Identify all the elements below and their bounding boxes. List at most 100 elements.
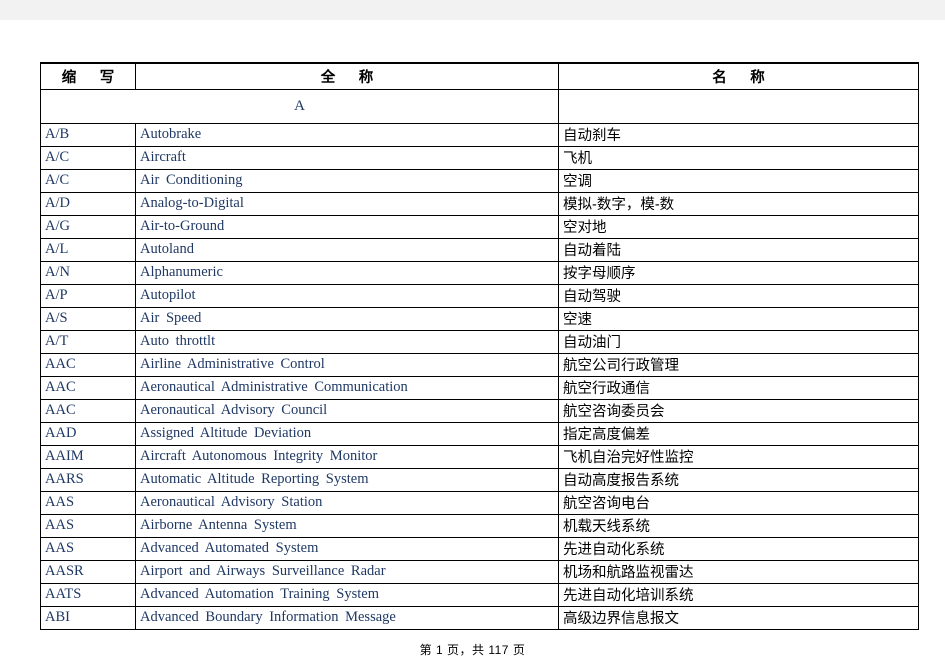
cell-abbreviation: ABI xyxy=(40,605,136,630)
table-body: A A/B Autobrake 自动刹车 A/C Aircraft 飞机 A/C Air Co… xyxy=(40,88,919,630)
table-row: A/N Alphanumeric 按字母顺序 xyxy=(40,260,919,285)
cell-abbreviation: A/S xyxy=(40,306,136,331)
cell-abbreviation: AAS xyxy=(40,536,136,561)
cell-abbreviation: A/C xyxy=(40,145,136,170)
table-row: A/G Air-to-Ground 空对地 xyxy=(40,214,919,239)
cell-full-name: Alphanumeric xyxy=(135,260,559,285)
cell-chinese-name: 空速 xyxy=(558,306,919,331)
cell-full-name: Air Conditioning xyxy=(135,168,559,193)
table-row: AAC Airline Administrative Control 航空公司行政管… xyxy=(40,352,919,377)
table-row: A/D Analog-to-Digital 模拟-数字，模-数 xyxy=(40,191,919,216)
section-letter-blank-cell xyxy=(558,88,919,124)
table-row: A/L Autoland 自动着陆 xyxy=(40,237,919,262)
cell-chinese-name: 按字母顺序 xyxy=(558,260,919,285)
cell-full-name: Automatic Altitude Reporting System xyxy=(135,467,559,492)
table-row: A/B Autobrake 自动刹车 xyxy=(40,122,919,147)
cell-full-name: Analog-to-Digital xyxy=(135,191,559,216)
table-row: AAS Airborne Antenna System 机载天线系统 xyxy=(40,513,919,538)
cell-chinese-name: 自动高度报告系统 xyxy=(558,467,919,492)
paper-surface: 缩 写 全 称 名 称 A A/B Autobrake 自动刹车 A/C Aircraf… xyxy=(0,20,945,669)
cell-abbreviation: A/C xyxy=(40,168,136,193)
cell-abbreviation: AASR xyxy=(40,559,136,584)
cell-abbreviation: A/T xyxy=(40,329,136,354)
table-row: A/T Auto throttlt 自动油门 xyxy=(40,329,919,354)
cell-full-name: Aeronautical Administrative Communicatio… xyxy=(135,375,559,400)
cell-full-name: Advanced Boundary Information Message xyxy=(135,605,559,630)
table-header-row: 缩 写 全 称 名 称 xyxy=(40,62,919,90)
cell-full-name: Aeronautical Advisory Council xyxy=(135,398,559,423)
cell-abbreviation: A/B xyxy=(40,122,136,147)
top-gray-strip xyxy=(0,0,945,20)
cell-abbreviation: A/P xyxy=(40,283,136,308)
cell-full-name: Air-to-Ground xyxy=(135,214,559,239)
cell-abbreviation: A/L xyxy=(40,237,136,262)
cell-abbreviation: A/N xyxy=(40,260,136,285)
cell-full-name: Autopilot xyxy=(135,283,559,308)
cell-full-name: Air Speed xyxy=(135,306,559,331)
cell-chinese-name: 机载天线系统 xyxy=(558,513,919,538)
table-row: AAC Aeronautical Advisory Council 航空咨询委员会 xyxy=(40,398,919,423)
cell-chinese-name: 指定高度偏差 xyxy=(558,421,919,446)
table-header: 缩 写 全 称 名 称 xyxy=(40,62,919,90)
table-row: AASR Airport and Airways Surveillance Rad… xyxy=(40,559,919,584)
cell-chinese-name: 自动着陆 xyxy=(558,237,919,262)
cell-full-name: Advanced Automated System xyxy=(135,536,559,561)
cell-abbreviation: A/D xyxy=(40,191,136,216)
cell-chinese-name: 飞机自治完好性监控 xyxy=(558,444,919,469)
column-header-abbreviation: 缩 写 xyxy=(40,62,136,90)
table-row: AAS Aeronautical Advisory Station 航空咨询电台 xyxy=(40,490,919,515)
column-header-full-name: 全 称 xyxy=(135,62,559,90)
cell-full-name: Airport and Airways Surveillance Radar xyxy=(135,559,559,584)
cell-chinese-name: 航空行政通信 xyxy=(558,375,919,400)
cell-abbreviation: A/G xyxy=(40,214,136,239)
cell-full-name: Airline Administrative Control xyxy=(135,352,559,377)
cell-chinese-name: 模拟-数字，模-数 xyxy=(558,191,919,216)
page-footer: 第 1 页，共 117 页 xyxy=(419,643,526,657)
cell-chinese-name: 自动刹车 xyxy=(558,122,919,147)
table-row: A/S Air Speed 空速 xyxy=(40,306,919,331)
cell-full-name: Assigned Altitude Deviation xyxy=(135,421,559,446)
cell-abbreviation: AAS xyxy=(40,513,136,538)
cell-abbreviation: AAC xyxy=(40,398,136,423)
cell-chinese-name: 先进自动化系统 xyxy=(558,536,919,561)
table-row: AAD Assigned Altitude Deviation 指定高度偏差 xyxy=(40,421,919,446)
cell-full-name: Aeronautical Advisory Station xyxy=(135,490,559,515)
glossary-table: 缩 写 全 称 名 称 A A/B Autobrake 自动刹车 A/C Aircraf… xyxy=(40,62,919,630)
cell-chinese-name: 先进自动化培训系统 xyxy=(558,582,919,607)
section-letter-row: A xyxy=(40,88,919,124)
table-row: AARS Automatic Altitude Reporting System 自… xyxy=(40,467,919,492)
cell-full-name: Autobrake xyxy=(135,122,559,147)
cell-abbreviation: AAC xyxy=(40,375,136,400)
cell-chinese-name: 空对地 xyxy=(558,214,919,239)
document-page: 缩 写 全 称 名 称 A A/B Autobrake 自动刹车 A/C Aircraf… xyxy=(0,0,945,669)
cell-abbreviation: AATS xyxy=(40,582,136,607)
table-row: A/C Aircraft 飞机 xyxy=(40,145,919,170)
table-row: AAIM Aircraft Autonomous Integrity Monito… xyxy=(40,444,919,469)
cell-chinese-name: 自动驾驶 xyxy=(558,283,919,308)
table-row: AATS Advanced Automation Training System 先… xyxy=(40,582,919,607)
cell-chinese-name: 航空咨询委员会 xyxy=(558,398,919,423)
cell-chinese-name: 机场和航路监视雷达 xyxy=(558,559,919,584)
table-row: A/C Air Conditioning 空调 xyxy=(40,168,919,193)
cell-abbreviation: AAS xyxy=(40,490,136,515)
table-row: A/P Autopilot 自动驾驶 xyxy=(40,283,919,308)
cell-abbreviation: AAC xyxy=(40,352,136,377)
cell-full-name: Auto throttlt xyxy=(135,329,559,354)
cell-full-name: Aircraft xyxy=(135,145,559,170)
cell-abbreviation: AAD xyxy=(40,421,136,446)
cell-full-name: Autoland xyxy=(135,237,559,262)
column-header-chinese-name: 名 称 xyxy=(558,62,919,90)
cell-chinese-name: 航空公司行政管理 xyxy=(558,352,919,377)
cell-chinese-name: 航空咨询电台 xyxy=(558,490,919,515)
table-row: AAS Advanced Automated System 先进自动化系统 xyxy=(40,536,919,561)
table-row: AAC Aeronautical Administrative Communica… xyxy=(40,375,919,400)
table-row: ABI Advanced Boundary Information Message… xyxy=(40,605,919,630)
cell-chinese-name: 飞机 xyxy=(558,145,919,170)
cell-full-name: Airborne Antenna System xyxy=(135,513,559,538)
cell-chinese-name: 空调 xyxy=(558,168,919,193)
cell-full-name: Aircraft Autonomous Integrity Monitor xyxy=(135,444,559,469)
cell-full-name: Advanced Automation Training System xyxy=(135,582,559,607)
section-letter-cell: A xyxy=(40,88,559,124)
cell-abbreviation: AARS xyxy=(40,467,136,492)
cell-chinese-name: 高级边界信息报文 xyxy=(558,605,919,630)
